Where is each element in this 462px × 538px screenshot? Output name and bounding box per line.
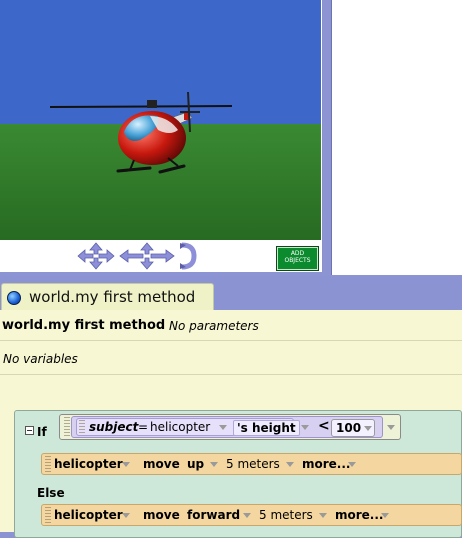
statement-verb: move (143, 508, 180, 522)
statement-direction[interactable]: forward (187, 508, 240, 522)
equals-sign: = (138, 420, 149, 434)
dropdown-arrow-icon[interactable] (122, 462, 130, 467)
move-arrows-icon[interactable] (76, 242, 116, 270)
parameters-label: No parameters (169, 319, 259, 333)
world-globe-icon (7, 291, 21, 305)
method-name: world.my first method (2, 318, 166, 333)
scene-render (0, 0, 321, 240)
statement-amount[interactable]: 5 meters (259, 508, 313, 522)
drag-grip[interactable] (45, 456, 51, 472)
statement-object[interactable]: helicopter (54, 508, 123, 522)
camera-nav-bar: ADD OBJECTS (0, 240, 321, 272)
more-options[interactable]: more... (335, 508, 383, 522)
editor-body: world.my first method No parameters No v… (0, 310, 462, 538)
else-keyword: Else (37, 486, 65, 500)
statement-direction[interactable]: up (187, 457, 204, 471)
divider (0, 374, 462, 375)
dropdown-arrow-icon[interactable] (387, 425, 395, 430)
scene-panel: ADD OBJECTS (0, 0, 323, 272)
more-options[interactable]: more... (302, 457, 350, 471)
method-header: world.my first method No parameters (0, 310, 462, 341)
dropdown-arrow-icon[interactable] (286, 462, 294, 467)
property-name[interactable]: 's height (233, 420, 300, 436)
pan-arrows-icon[interactable] (118, 242, 176, 270)
if-keyword: If (37, 425, 47, 439)
collapse-icon[interactable] (25, 426, 34, 435)
top-area: ADD OBJECTS (0, 0, 462, 276)
statement-amount[interactable]: 5 meters (226, 457, 280, 471)
method-tab[interactable]: world.my first method (1, 283, 214, 310)
less-than-operator: < (318, 418, 330, 434)
world-viewport[interactable] (0, 0, 321, 240)
drag-grip[interactable] (45, 507, 51, 523)
subject-label: subject (89, 420, 139, 434)
dropdown-arrow-icon[interactable] (381, 513, 389, 518)
compare-value-text: 100 (336, 421, 362, 435)
method-editor: world.my first method world.my first met… (0, 283, 462, 538)
statement-verb: move (143, 457, 180, 471)
drag-grip[interactable] (64, 417, 70, 437)
dropdown-arrow-icon[interactable] (219, 425, 227, 430)
subject-object[interactable]: helicopter (150, 420, 210, 434)
variables-label: No variables (3, 352, 78, 366)
turn-control-icon[interactable] (178, 242, 200, 270)
dropdown-arrow-icon[interactable] (319, 513, 327, 518)
tab-title: world.my first method (29, 288, 196, 306)
statement-object[interactable]: helicopter (54, 457, 123, 471)
dropdown-arrow-icon[interactable] (364, 426, 373, 431)
dropdown-arrow-icon[interactable] (348, 462, 356, 467)
dropdown-arrow-icon[interactable] (210, 462, 218, 467)
dropdown-arrow-icon[interactable] (243, 513, 251, 518)
dropdown-arrow-icon[interactable] (301, 425, 309, 430)
compare-value[interactable]: 100 (331, 419, 375, 437)
drag-grip[interactable] (79, 420, 85, 434)
dropdown-arrow-icon[interactable] (122, 513, 130, 518)
details-panel (331, 0, 462, 275)
add-objects-button[interactable]: ADD OBJECTS (276, 246, 319, 271)
